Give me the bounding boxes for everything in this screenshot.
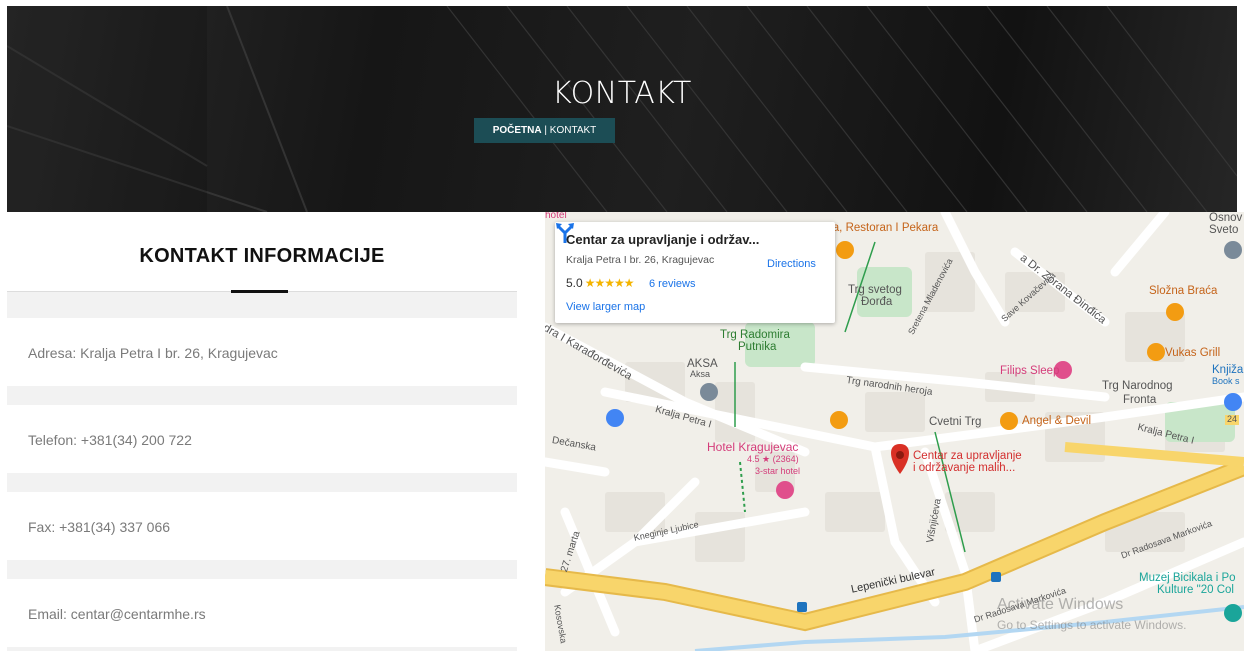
map-label: Aksa bbox=[690, 369, 711, 379]
rating-value: 5.0 bbox=[566, 276, 583, 290]
map-label: 4.5 ★ (2364) bbox=[747, 454, 799, 464]
map-label: Cvetni Trg bbox=[929, 416, 982, 428]
map-label: ega, Restoran I Pekara bbox=[820, 222, 939, 234]
contact-info-panel: KONTAKT INFORMACIJE Adresa: Kralja Petra… bbox=[7, 212, 517, 651]
map-label: Hotel Kragujevac bbox=[707, 440, 799, 454]
directions-icon[interactable] bbox=[555, 222, 575, 244]
map-label: Vukas Grill bbox=[1165, 347, 1221, 359]
map-label: Trg Radomira bbox=[720, 329, 790, 341]
place-address: Kralja Petra I br. 26, Kragujevac bbox=[566, 254, 715, 266]
map-label: Fronta bbox=[1123, 394, 1157, 406]
map-label: Sveto bbox=[1209, 224, 1239, 236]
fax-text: Fax: +381(34) 337 066 bbox=[28, 519, 171, 535]
place-rating: 5.0 ★★★★★ bbox=[566, 276, 635, 290]
map-label: Trg Narodnog bbox=[1102, 380, 1173, 392]
star-rating-icons: ★★★★★ bbox=[584, 276, 635, 290]
embedded-map[interactable]: hotel ega, Restoran I Pekara a Dr. Zoran… bbox=[545, 212, 1244, 651]
breadcrumb-separator: | bbox=[544, 125, 548, 136]
phone-text: Telefon: +381(34) 200 722 bbox=[28, 432, 192, 448]
activate-windows-subtext: Go to Settings to activate Windows. bbox=[997, 618, 1187, 632]
view-larger-map-link[interactable]: View larger map bbox=[566, 301, 645, 313]
map-label: Filips Sleep bbox=[1000, 365, 1060, 377]
map-label: Kulture "20 Col bbox=[1157, 584, 1234, 596]
map-label: Knjiža bbox=[1212, 364, 1244, 376]
contact-info-header: KONTAKT INFORMACIJE bbox=[7, 212, 517, 293]
address-card: Adresa: Kralja Petra I br. 26, Kragujeva… bbox=[7, 318, 517, 386]
page-title: KONTAKT bbox=[552, 76, 692, 111]
address-text: Adresa: Kralja Petra I br. 26, Kragujeva… bbox=[28, 345, 278, 361]
map-label: i održavanje malih... bbox=[913, 462, 1016, 474]
map-label: Centar za upravljanje bbox=[913, 450, 1022, 462]
reviews-link[interactable]: 6 reviews bbox=[649, 278, 695, 290]
map-label: 3-star hotel bbox=[755, 466, 801, 476]
map-label: Book s bbox=[1212, 376, 1240, 386]
map-label: Putnika bbox=[738, 341, 777, 353]
email-card: Email: centar@centarmhe.rs bbox=[7, 579, 517, 647]
route-badge: 24 bbox=[1225, 414, 1240, 425]
map-label: Trg svetog bbox=[848, 284, 902, 296]
map-label: Osnov bbox=[1209, 212, 1243, 224]
breadcrumb-current: KONTAKT bbox=[549, 125, 597, 136]
place-info-card: Centar za upravljanje i održav... Kralja… bbox=[555, 222, 835, 323]
directions-button[interactable]: Directions bbox=[767, 258, 816, 270]
breadcrumb: POČETNA | KONTAKT bbox=[474, 118, 615, 143]
map-label: Složna Braća bbox=[1149, 285, 1218, 297]
map-label: Angel & Devil bbox=[1022, 415, 1092, 427]
hero-banner: KONTAKT POČETNA | KONTAKT bbox=[7, 6, 1237, 212]
place-name: Centar za upravljanje i održav... bbox=[566, 232, 760, 247]
fax-card: Fax: +381(34) 337 066 bbox=[7, 492, 517, 560]
phone-card: Telefon: +381(34) 200 722 bbox=[7, 405, 517, 473]
map-label: Muzej Bicikala i Po bbox=[1139, 572, 1236, 584]
title-underline bbox=[231, 290, 288, 293]
map-label: hotel bbox=[545, 212, 567, 221]
breadcrumb-home-link[interactable]: POČETNA bbox=[493, 125, 542, 136]
contact-info-title: KONTAKT INFORMACIJE bbox=[139, 245, 385, 267]
activate-windows-watermark: Activate Windows bbox=[997, 596, 1124, 613]
map-label: Đorđa bbox=[861, 296, 893, 308]
email-text: Email: centar@centarmhe.rs bbox=[28, 606, 206, 622]
